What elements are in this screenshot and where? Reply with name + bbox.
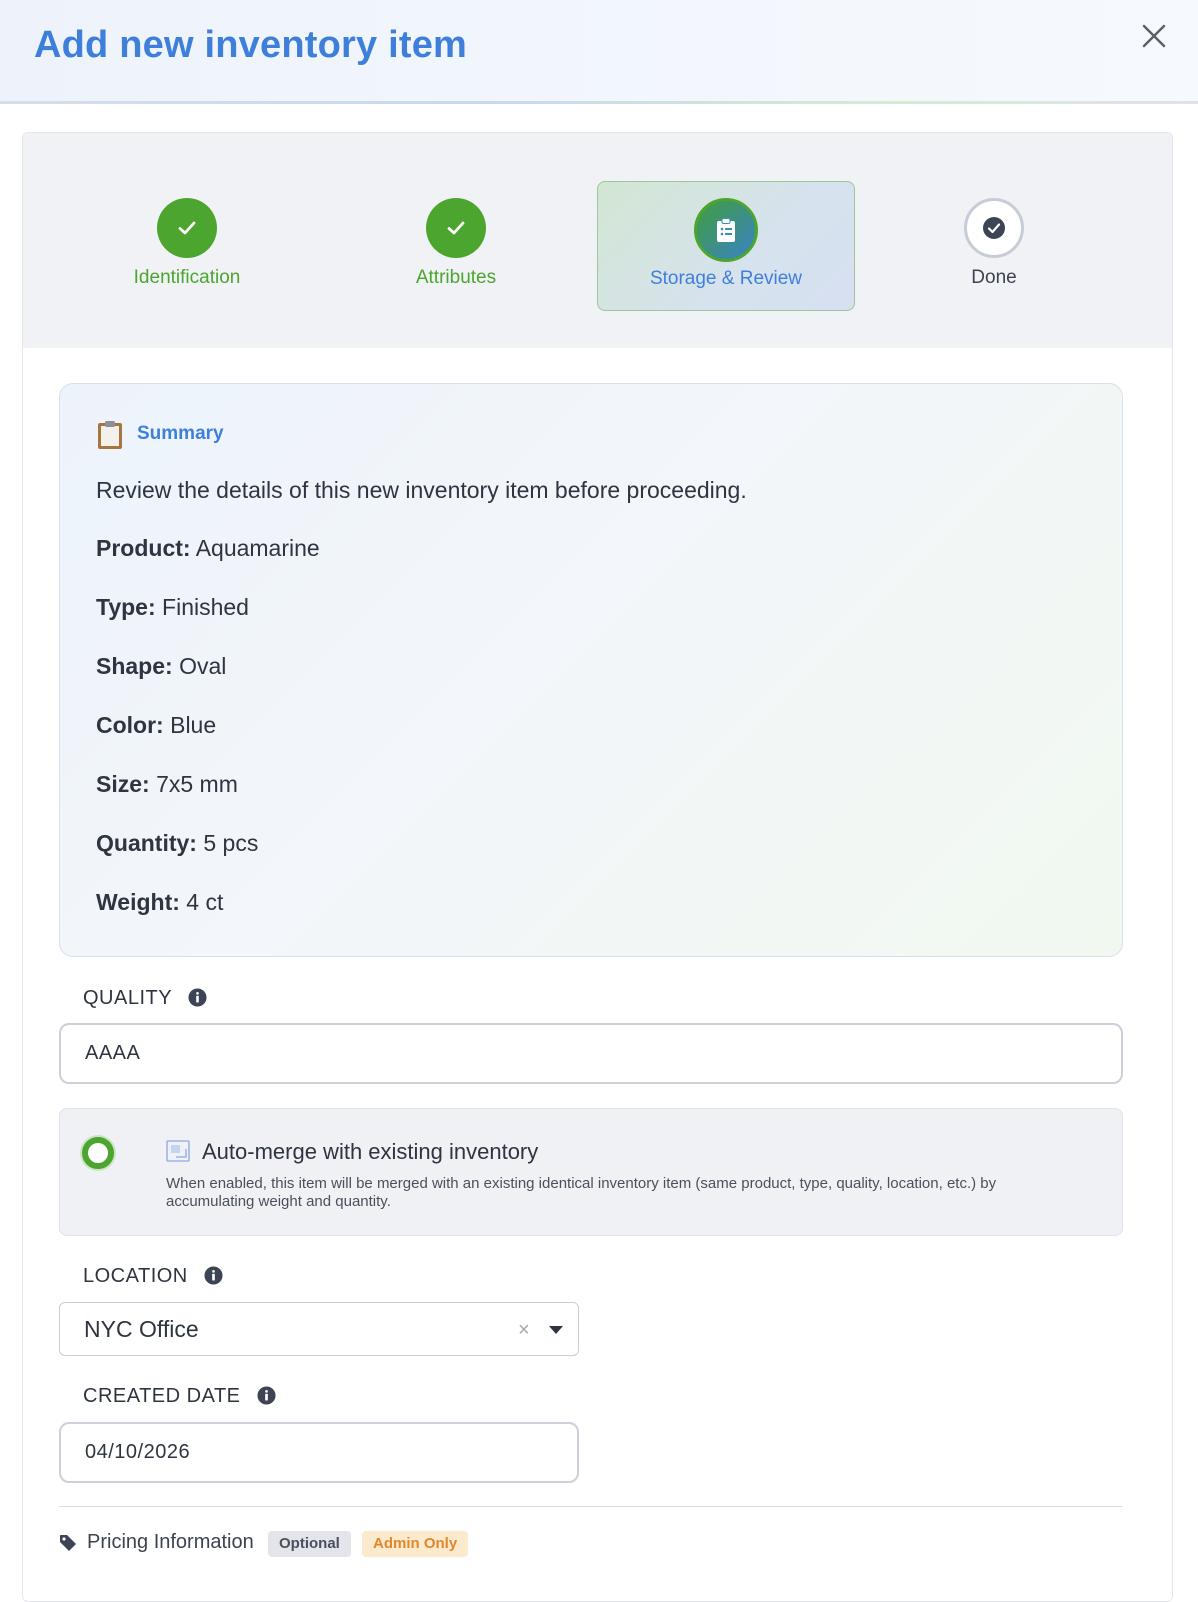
- field-label: Product:: [96, 535, 191, 561]
- quality-label: QUALITY: [83, 987, 207, 1010]
- created-date-label: CREATED DATE: [83, 1385, 276, 1408]
- close-icon: [1142, 24, 1166, 48]
- pricing-label: Pricing Information: [87, 1531, 254, 1553]
- summary-intro: Review the details of this new inventory…: [96, 477, 747, 503]
- summary-field-shape: Shape: Oval: [96, 653, 226, 680]
- step-circle: [426, 198, 486, 258]
- field-value: Oval: [179, 653, 227, 679]
- info-icon[interactable]: [257, 1386, 276, 1405]
- field-value: Finished: [162, 594, 249, 620]
- clear-selection-icon[interactable]: ×: [518, 1319, 530, 1342]
- step-label: Storage & Review: [649, 268, 803, 289]
- summary-field-size: Size: 7x5 mm: [96, 771, 238, 798]
- chevron-down-icon[interactable]: [548, 1325, 564, 1335]
- step-label: Done: [971, 267, 1017, 288]
- step-circle: [694, 198, 758, 262]
- quality-label-text: QUALITY: [83, 987, 172, 1009]
- modal-header: Add new inventory item: [0, 0, 1198, 104]
- location-value: NYC Office: [84, 1316, 199, 1342]
- field-value: 4 ct: [186, 889, 224, 915]
- field-label: Quantity:: [96, 830, 197, 856]
- check-circle-icon: [983, 217, 1005, 239]
- step-storage-review[interactable]: Storage & Review: [597, 181, 855, 311]
- step-label: Identification: [133, 267, 241, 288]
- close-button[interactable]: [1138, 20, 1170, 52]
- step-attributes[interactable]: Attributes: [327, 181, 585, 311]
- merge-icon: [166, 1140, 190, 1162]
- clipboard-icon: [717, 218, 735, 242]
- field-value: Blue: [170, 712, 217, 738]
- step-label: Attributes: [415, 267, 497, 288]
- field-label: Color:: [96, 712, 164, 738]
- divider: [59, 1506, 1123, 1507]
- field-label: Shape:: [96, 653, 173, 679]
- optional-badge: Optional: [268, 1531, 351, 1557]
- check-icon: [447, 221, 465, 235]
- step-circle: [964, 198, 1024, 258]
- quality-input[interactable]: AAAA: [59, 1023, 1123, 1084]
- field-value: 5 pcs: [203, 830, 259, 856]
- location-select[interactable]: NYC Office ×: [59, 1302, 579, 1356]
- modal-title: Add new inventory item: [34, 24, 468, 66]
- location-label: LOCATION: [83, 1265, 223, 1288]
- summary-field-quantity: Quantity: 5 pcs: [96, 830, 258, 857]
- created-date-input[interactable]: 04/10/2026: [59, 1422, 579, 1483]
- step-identification[interactable]: Identification: [58, 181, 316, 311]
- info-icon[interactable]: [204, 1266, 223, 1285]
- check-icon: [178, 221, 196, 235]
- location-label-text: LOCATION: [83, 1265, 188, 1287]
- info-icon[interactable]: [188, 988, 207, 1007]
- tag-icon: [60, 1535, 76, 1551]
- stepper: Identification Attributes Storage & Revi…: [23, 133, 1172, 348]
- created-date-label-text: CREATED DATE: [83, 1385, 241, 1407]
- auto-merge-title: Auto-merge with existing inventory: [202, 1139, 539, 1164]
- auto-merge-description: When enabled, this item will be merged w…: [166, 1175, 997, 1210]
- field-label: Type:: [96, 594, 156, 620]
- field-value: 7x5 mm: [156, 771, 238, 797]
- summary-field-type: Type: Finished: [96, 594, 249, 621]
- summary-heading: Summary: [137, 423, 224, 444]
- summary-field-color: Color: Blue: [96, 712, 216, 739]
- auto-merge-toggle[interactable]: [82, 1137, 114, 1169]
- step-circle: [157, 198, 217, 258]
- admin-only-badge: Admin Only: [362, 1531, 469, 1557]
- clipboard-icon: [98, 421, 122, 449]
- field-label: Weight:: [96, 889, 180, 915]
- summary-field-weight: Weight: 4 ct: [96, 889, 223, 916]
- summary-panel: Summary Review the details of this new i…: [59, 383, 1123, 957]
- step-done[interactable]: Done: [865, 181, 1123, 311]
- field-label: Size:: [96, 771, 150, 797]
- field-value: Aquamarine: [195, 535, 320, 561]
- form-card: Identification Attributes Storage & Revi…: [22, 132, 1173, 1602]
- auto-merge-panel: Auto-merge with existing inventory When …: [59, 1108, 1123, 1236]
- summary-field-product: Product: Aquamarine: [96, 535, 320, 562]
